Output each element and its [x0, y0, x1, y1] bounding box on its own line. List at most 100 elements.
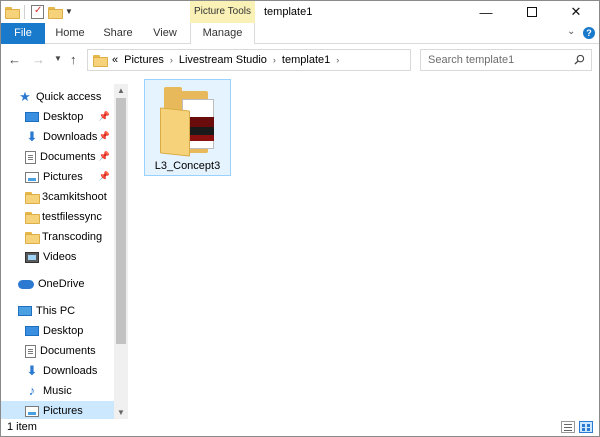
pc-icon — [18, 306, 32, 316]
sidebar-item-label: Desktop — [43, 325, 84, 337]
pictures-icon — [25, 405, 39, 417]
sidebar-item-label: OneDrive — [38, 278, 85, 290]
close-button[interactable]: ✕ — [553, 1, 599, 23]
sidebar-item-label: Music — [43, 385, 72, 397]
file-name: L3_Concept3 — [154, 160, 221, 172]
sidebar-item-desktop[interactable]: Desktop 📌 — [1, 107, 114, 127]
address-bar[interactable]: « Pictures › Livestream Studio › templat… — [87, 49, 492, 72]
folder-icon — [5, 7, 20, 19]
sidebar-item-label: Desktop — [43, 111, 84, 123]
pin-icon[interactable]: 📌 — [99, 151, 110, 162]
sidebar-item-label: Videos — [43, 251, 77, 263]
breadcrumb-overflow[interactable]: « — [112, 54, 118, 66]
sidebar-item-pictures[interactable]: Pictures 📌 — [1, 167, 114, 187]
sidebar-item-transcoding[interactable]: Transcoding — [1, 227, 114, 247]
sidebar-item-label: Pictures — [43, 405, 83, 417]
chevron-right-icon[interactable]: › — [273, 55, 276, 65]
folder-icon — [160, 87, 216, 157]
details-view-icon[interactable] — [561, 421, 575, 433]
sidebar-item-label: Documents — [40, 345, 96, 357]
sidebar-item-videos[interactable]: Videos — [1, 247, 114, 267]
desktop-icon — [25, 326, 39, 336]
breadcrumb-item-template1[interactable]: template1 — [282, 54, 330, 66]
search-icon[interactable] — [574, 54, 585, 65]
documents-icon — [25, 344, 36, 358]
sidebar-item-label: Documents — [40, 151, 96, 163]
chevron-right-icon[interactable]: › — [336, 55, 339, 65]
desktop-icon — [25, 112, 39, 122]
file-item-l3-concept3[interactable]: L3_Concept3 — [144, 79, 231, 176]
sidebar-item-label: Quick access — [36, 91, 102, 103]
expand-ribbon-chevron-icon[interactable]: ⌄ — [567, 26, 575, 37]
download-icon: ⬇ — [26, 129, 38, 144]
sidebar-item-downloads[interactable]: ⬇ Downloads 📌 — [1, 127, 114, 147]
pin-icon[interactable]: 📌 — [99, 131, 110, 142]
sidebar-item-label: This PC — [36, 305, 76, 317]
sidebar-item-documents[interactable]: Documents 📌 — [1, 147, 114, 167]
tab-file[interactable]: File — [1, 23, 45, 44]
sidebar-item-label: Pictures — [43, 171, 83, 183]
documents-icon — [25, 150, 36, 164]
star-icon: ★ — [19, 89, 31, 104]
scroll-down-icon[interactable]: ▼ — [114, 406, 128, 419]
pin-icon[interactable]: 📌 — [99, 171, 110, 182]
scroll-up-icon[interactable]: ▲ — [114, 84, 128, 97]
navigation-pane: ★ Quick access Desktop 📌 ⬇ Downloads 📌 D… — [1, 84, 128, 419]
large-icons-view-icon[interactable] — [579, 421, 593, 433]
breadcrumb: « Pictures › Livestream Studio › templat… — [112, 50, 339, 70]
tab-view[interactable]: View — [146, 23, 184, 44]
folder-icon — [25, 232, 40, 244]
sidebar-item-pc-pictures[interactable]: Pictures — [1, 401, 114, 419]
up-arrow-icon[interactable]: ↑ — [70, 52, 77, 67]
sidebar-item-testfilessync[interactable]: testfilessync — [1, 207, 114, 227]
customize-toolbar-chevron-icon[interactable]: ▼ — [65, 8, 73, 16]
item-count: 1 item — [7, 421, 37, 433]
chevron-right-icon[interactable]: › — [170, 55, 173, 65]
pin-icon[interactable]: 📌 — [99, 111, 110, 122]
tab-share[interactable]: Share — [96, 23, 140, 44]
status-bar: 1 item — [1, 419, 599, 436]
contextual-tab-group-label: Picture Tools — [193, 6, 252, 17]
forward-arrow-icon[interactable]: → — [32, 52, 45, 67]
title-bar: ▼ Picture Tools template1 — ✕ — [1, 1, 599, 43]
properties-icon[interactable] — [31, 5, 44, 19]
sidebar-scrollbar[interactable]: ▲ ▼ — [114, 84, 128, 419]
minimize-button[interactable]: — — [463, 1, 509, 23]
sidebar-item-label: Downloads — [43, 365, 98, 377]
sidebar-item-label: Transcoding — [42, 231, 103, 243]
cloud-icon — [18, 279, 34, 289]
new-folder-icon[interactable] — [48, 7, 63, 19]
videos-icon — [25, 251, 39, 263]
window-title: template1 — [264, 6, 313, 18]
back-arrow-icon[interactable]: ← — [8, 52, 21, 67]
sidebar-item-label: Downloads — [43, 131, 98, 143]
sidebar-item-pc-downloads[interactable]: ⬇ Downloads — [1, 361, 114, 381]
sidebar-item-this-pc[interactable]: This PC — [1, 301, 114, 321]
sidebar-item-onedrive[interactable]: OneDrive — [1, 274, 114, 294]
tab-manage[interactable]: Manage — [190, 23, 255, 45]
recent-locations-chevron-icon[interactable]: ▼ — [54, 54, 62, 63]
maximize-button[interactable] — [509, 1, 555, 23]
maximize-icon — [527, 7, 537, 17]
search-input[interactable]: Search template1 — [428, 54, 514, 66]
sidebar-item-3camkitshoot[interactable]: 3camkitshoot — [1, 187, 114, 207]
sidebar-item-quick-access[interactable]: ★ Quick access — [1, 87, 114, 107]
file-list: L3_Concept3 — [128, 76, 599, 419]
sidebar-item-pc-desktop[interactable]: Desktop — [1, 321, 114, 341]
search-box[interactable]: Search template1 — [420, 49, 592, 71]
help-icon[interactable]: ? — [583, 27, 595, 39]
folder-icon — [25, 192, 40, 204]
ribbon-tabs: File Home Share View Manage ⌄ ? — [1, 23, 599, 45]
breadcrumb-item-pictures[interactable]: Pictures — [124, 54, 164, 66]
sidebar-item-music[interactable]: ♪ Music — [1, 381, 114, 401]
quick-access-toolbar: ▼ — [5, 4, 73, 20]
scroll-thumb[interactable] — [116, 98, 126, 344]
sidebar-item-label: testfilessync — [42, 211, 102, 223]
navigation-bar: ← → ▼ ↑ « Pictures › Livestream Studio ›… — [1, 44, 599, 76]
folder-icon — [93, 55, 108, 67]
sidebar-item-pc-documents[interactable]: Documents — [1, 341, 114, 361]
breadcrumb-item-livestream-studio[interactable]: Livestream Studio — [179, 54, 267, 66]
download-icon: ⬇ — [26, 363, 38, 378]
tab-home[interactable]: Home — [50, 23, 90, 44]
explorer-window: ▼ Picture Tools template1 — ✕ File Home … — [0, 0, 600, 437]
